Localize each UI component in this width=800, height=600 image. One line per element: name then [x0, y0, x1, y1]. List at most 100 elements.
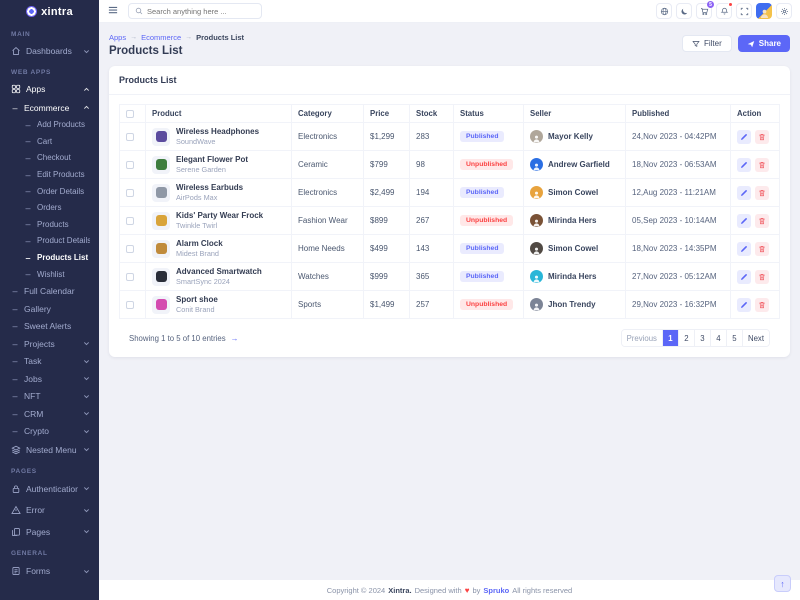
share-button[interactable]: Share — [738, 35, 790, 52]
select-all-checkbox[interactable] — [126, 110, 134, 118]
row-checkbox[interactable] — [126, 133, 134, 141]
col-stock[interactable]: Stock — [410, 105, 454, 123]
scroll-to-top-button[interactable]: ↑ — [774, 575, 791, 592]
published-date: 24,Nov 2023 - 04:42PM — [626, 123, 731, 151]
pagination-page-1[interactable]: 1 — [662, 330, 678, 346]
card-title: Products List — [109, 66, 790, 95]
sidebar-item-products-list[interactable]: –Products List — [0, 249, 99, 266]
settings-gear-icon[interactable] — [776, 3, 792, 19]
sidebar-item-full-calendar[interactable]: –Full Calendar — [0, 282, 99, 300]
dark-mode-icon[interactable] — [676, 3, 692, 19]
pagination-page-2[interactable]: 2 — [678, 330, 694, 346]
row-checkbox[interactable] — [126, 161, 134, 169]
sidebar-item-edit-products[interactable]: –Edit Products — [0, 166, 99, 183]
cart-icon[interactable]: 5 — [696, 3, 712, 19]
footer-designer-link[interactable]: Spruko — [483, 586, 509, 595]
sidebar-item-crm[interactable]: –CRM — [0, 405, 99, 423]
pagination-previous[interactable]: Previous — [622, 330, 662, 346]
sidebar-item-nft[interactable]: –NFT — [0, 387, 99, 405]
menu-toggle-icon[interactable] — [107, 4, 121, 18]
notifications-icon[interactable] — [716, 3, 732, 19]
sidebar-item-dashboards[interactable]: Dashboards — [0, 41, 99, 61]
delete-button[interactable] — [755, 158, 769, 172]
sidebar-item-checkout[interactable]: –Checkout — [0, 150, 99, 167]
sidebar-item-product-details[interactable]: –Product Details — [0, 233, 99, 250]
row-checkbox[interactable] — [126, 273, 134, 281]
footer-brand[interactable]: Xintra. — [388, 586, 411, 595]
sidebar-item-add-products[interactable]: –Add Products — [0, 117, 99, 134]
col-published[interactable]: Published — [626, 105, 731, 123]
dash-bullet: – — [11, 304, 19, 314]
sidebar-item-label: CRM — [24, 409, 78, 419]
chevron-down-icon — [83, 485, 90, 492]
row-checkbox[interactable] — [126, 245, 134, 253]
delete-button[interactable] — [755, 130, 769, 144]
watch-icon — [156, 271, 167, 282]
edit-button[interactable] — [737, 242, 751, 256]
pagination-page-4[interactable]: 4 — [710, 330, 726, 346]
sidebar-item-task[interactable]: –Task — [0, 352, 99, 370]
delete-button[interactable] — [755, 270, 769, 284]
edit-button[interactable] — [737, 214, 751, 228]
search-input[interactable] — [147, 7, 255, 16]
sidebar-item-pages[interactable]: Pages — [0, 521, 99, 543]
language-icon[interactable] — [656, 3, 672, 19]
app-logo[interactable]: xintra — [0, 0, 99, 23]
sidebar-item-gallery[interactable]: –Gallery — [0, 300, 99, 318]
footer-by: by — [472, 586, 480, 595]
edit-button[interactable] — [737, 298, 751, 312]
sidebar-item-label: Forms — [26, 566, 78, 576]
sidebar-item-jobs[interactable]: –Jobs — [0, 370, 99, 388]
row-checkbox[interactable] — [126, 217, 134, 225]
delete-button[interactable] — [755, 242, 769, 256]
fullscreen-icon[interactable] — [736, 3, 752, 19]
col-product[interactable]: Product — [146, 105, 292, 123]
sidebar-item-ecommerce[interactable]: –Ecommerce — [0, 99, 99, 117]
breadcrumb-ecommerce[interactable]: Ecommerce — [141, 33, 181, 42]
sidebar-item-order-details[interactable]: –Order Details — [0, 183, 99, 200]
row-checkbox[interactable] — [126, 301, 134, 309]
dash-bullet: – — [11, 426, 19, 436]
sidebar-item-projects[interactable]: –Projects — [0, 335, 99, 353]
edit-button[interactable] — [737, 186, 751, 200]
sidebar-item-wishlist[interactable]: –Wishlist — [0, 266, 99, 283]
delete-button[interactable] — [755, 298, 769, 312]
delete-button[interactable] — [755, 186, 769, 200]
delete-button[interactable] — [755, 214, 769, 228]
sidebar-item-label: Task — [24, 356, 78, 366]
published-date: 18,Nov 2023 - 06:53AM — [626, 151, 731, 179]
sidebar-item-label: Authentication — [26, 484, 78, 494]
sidebar-item-sweet-alerts[interactable]: –Sweet Alerts — [0, 317, 99, 335]
dash-bullet: – — [24, 120, 32, 130]
product-brand: SmartSync 2024 — [176, 277, 262, 286]
col-category[interactable]: Category — [292, 105, 364, 123]
sidebar-item-forms[interactable]: Forms — [0, 560, 99, 582]
col-seller[interactable]: Seller — [524, 105, 626, 123]
profile-avatar[interactable] — [756, 3, 772, 19]
sidebar-item-error[interactable]: Error — [0, 499, 99, 521]
sidebar-item-label: Dashboards — [26, 46, 78, 56]
sidebar-item-cart[interactable]: –Cart — [0, 133, 99, 150]
sidebar-item-authentication[interactable]: Authentication — [0, 478, 99, 500]
col-price[interactable]: Price — [364, 105, 410, 123]
pagination-page-5[interactable]: 5 — [726, 330, 742, 346]
pagination-next[interactable]: Next — [742, 330, 769, 346]
product-name: Kids' Party Wear Frock — [176, 211, 263, 220]
edit-button[interactable] — [737, 158, 751, 172]
col-status[interactable]: Status — [454, 105, 524, 123]
row-checkbox[interactable] — [126, 189, 134, 197]
filter-button[interactable]: Filter — [682, 35, 732, 52]
dash-bullet: – — [24, 236, 32, 246]
search-box[interactable] — [128, 3, 262, 19]
sidebar-item-nested-menu[interactable]: Nested Menu — [0, 440, 99, 460]
sidebar-item-crypto[interactable]: –Crypto — [0, 422, 99, 440]
edit-button[interactable] — [737, 270, 751, 284]
sidebar-item-orders[interactable]: –Orders — [0, 199, 99, 216]
edit-button[interactable] — [737, 130, 751, 144]
dash-bullet: – — [24, 269, 32, 279]
sidebar-item-apps[interactable]: Apps — [0, 79, 99, 99]
breadcrumb-apps[interactable]: Apps — [109, 33, 126, 42]
pagination-page-3[interactable]: 3 — [694, 330, 710, 346]
sidebar-item-products[interactable]: –Products — [0, 216, 99, 233]
stack-icon — [11, 445, 21, 455]
